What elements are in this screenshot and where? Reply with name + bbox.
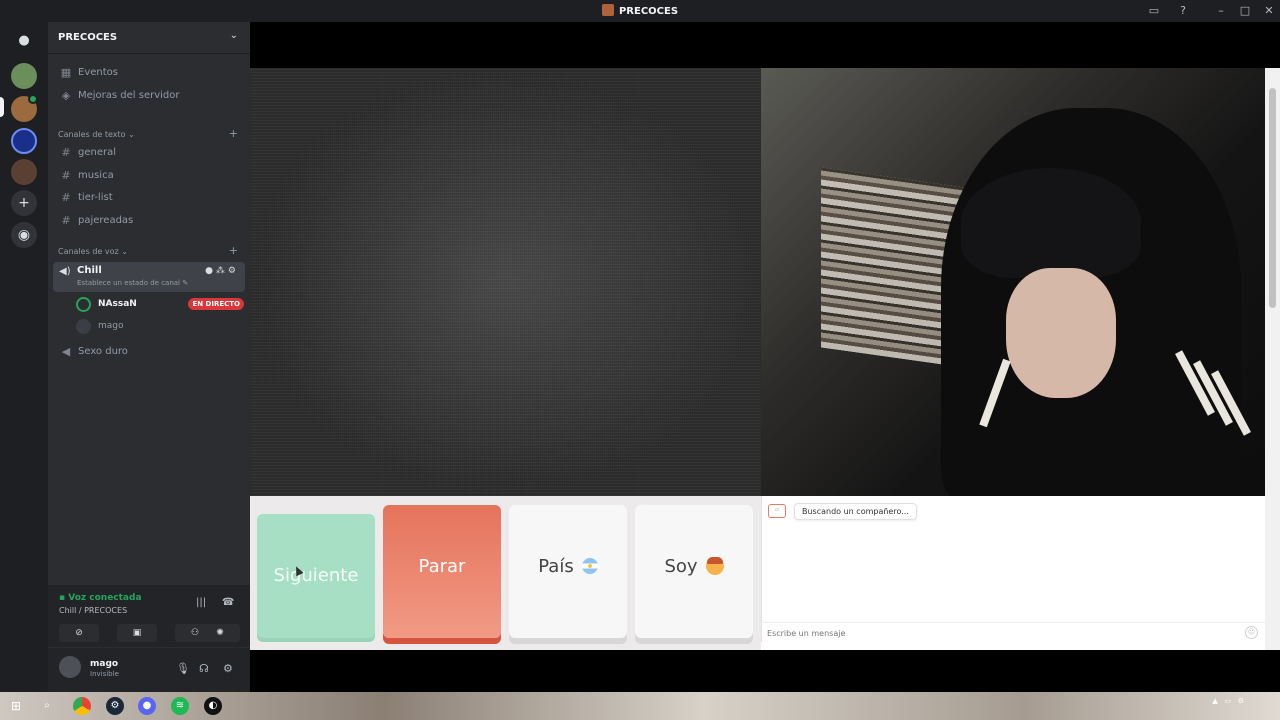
user-status: Invisible	[90, 670, 119, 678]
chat-panel: ▭ Buscando un compañero... ☺	[761, 496, 1266, 642]
shared-screen[interactable]: Siguiente Parar País Soy ▭ Buscando un c…	[250, 68, 1280, 650]
close-button[interactable]: ✕	[1261, 3, 1277, 19]
stranger-video	[250, 68, 761, 496]
server-avatar-3[interactable]	[11, 128, 37, 154]
discover-icon[interactable]: ◉	[11, 222, 37, 248]
minimize-button[interactable]: –	[1213, 3, 1229, 19]
chat-controls: Siguiente Parar País Soy	[250, 496, 761, 650]
hash-icon: #	[61, 191, 71, 204]
noise-suppression-icon[interactable]: |||	[196, 597, 206, 608]
self-video	[761, 68, 1280, 496]
avatar	[76, 319, 91, 334]
server-avatar-4[interactable]	[11, 159, 37, 185]
taskbar: ⊞ ⌕ ⚙ ● ≋ ◐ ▲ ▭ ⚙	[0, 692, 1280, 720]
channel-pajereadas[interactable]: # pajereadas	[56, 211, 242, 231]
speaker-icon: ◀)	[59, 266, 71, 277]
discord-taskbar-icon[interactable]: ●	[138, 697, 156, 715]
live-badge: EN DIRECTO	[188, 298, 244, 310]
notification-badge	[28, 94, 38, 104]
user-name: mago	[90, 659, 119, 669]
avatar	[76, 297, 91, 312]
boy-emoji-icon	[705, 557, 724, 575]
hash-icon: #	[61, 214, 71, 227]
voice-channel-chill[interactable]: ◀) Chill Establece un estado de canal ✎ …	[53, 262, 245, 292]
stop-button[interactable]: Parar	[383, 505, 501, 638]
channel-musica[interactable]: # musica	[56, 166, 242, 186]
gender-button[interactable]: Soy	[635, 505, 753, 638]
help-icon[interactable]: ?	[1175, 3, 1191, 19]
channel-general[interactable]: # general	[56, 143, 242, 163]
discord-home-icon[interactable]: ●	[11, 28, 37, 54]
chrome-icon[interactable]	[73, 697, 91, 715]
nav-item-boosts[interactable]: ◈ Mejoras del servidor	[56, 86, 242, 106]
server-icon	[601, 4, 614, 16]
site-logo-icon: ▭	[768, 504, 786, 518]
search-icon[interactable]: ⌕	[38, 697, 56, 715]
window-title: PRECOCES	[0, 4, 1280, 17]
maximize-button[interactable]: □	[1237, 3, 1253, 19]
spotify-icon[interactable]: ≋	[171, 697, 189, 715]
message-input-bar: ☺	[762, 622, 1266, 642]
channel-sidebar: PRECOCES ⌄ ▦ Eventos ◈ Mejoras del servi…	[48, 22, 250, 692]
microphone-icon[interactable]: 🎙	[176, 662, 190, 675]
message-input[interactable]	[767, 626, 1227, 640]
voice-connection-panel: ▪ Voz conectada Chill / PRECOCES ||| ☎ ⊘…	[48, 585, 250, 647]
speaker-icon: ◀	[61, 345, 71, 358]
argentina-flag-icon	[581, 558, 598, 574]
inbox-icon[interactable]: ▭	[1146, 3, 1162, 19]
title-bar: PRECOCES ▭ ? – □ ✕	[0, 0, 1280, 22]
country-button[interactable]: País	[509, 505, 627, 638]
obs-icon[interactable]: ◐	[204, 697, 222, 715]
scrollbar-thumb[interactable]	[1269, 88, 1276, 308]
chevron-down-icon: ⌄	[229, 30, 238, 41]
cap-image	[961, 168, 1141, 278]
stream-stage: Siguiente Parar País Soy ▭ Buscando un c…	[250, 22, 1280, 692]
selected-indicator	[0, 97, 4, 117]
channel-tier-list[interactable]: # tier-list	[56, 188, 242, 208]
guild-name: PRECOCES	[58, 32, 118, 43]
server-avatar-1[interactable]	[11, 63, 37, 89]
voice-category[interactable]: Canales de voz ⌄	[58, 247, 128, 256]
voice-status: ▪ Voz conectada	[59, 593, 142, 603]
user-panel: mago Invisible 🎙 ☊ ⚙	[48, 648, 250, 692]
share-screen-button[interactable]: ▣	[117, 624, 157, 642]
steam-icon[interactable]: ⚙	[106, 697, 124, 715]
calendar-icon: ▦	[60, 66, 72, 79]
hash-icon: #	[61, 169, 71, 182]
add-voice-channel-icon[interactable]: +	[229, 244, 238, 257]
avatar[interactable]	[59, 656, 81, 678]
guild-header[interactable]: PRECOCES ⌄	[48, 22, 250, 54]
voice-user-nassan[interactable]: NAssaN EN DIRECTO	[76, 296, 244, 314]
soundboard-button[interactable]: ✺	[200, 624, 240, 642]
hash-icon: #	[61, 146, 71, 159]
emoji-icon[interactable]: ☺	[1245, 626, 1258, 639]
channel-status-hint[interactable]: Establece un estado de canal ✎	[77, 279, 188, 287]
next-button[interactable]: Siguiente	[257, 514, 375, 638]
page-scrollbar[interactable]	[1265, 68, 1280, 650]
headphones-icon[interactable]: ☊	[199, 662, 209, 675]
system-tray: ▲ ▭ ⚙	[1212, 697, 1244, 705]
voice-channel-tools[interactable]: ●⁂⚙	[205, 266, 239, 276]
disconnect-icon[interactable]: ☎	[222, 597, 234, 608]
settings-gear-icon[interactable]: ⚙	[223, 662, 233, 675]
add-text-channel-icon[interactable]: +	[229, 127, 238, 140]
camera-off-button[interactable]: ⊘	[59, 624, 99, 642]
voice-user-mago[interactable]: mago	[76, 318, 244, 336]
text-category[interactable]: Canales de texto ⌄	[58, 130, 135, 139]
server-rail: ● + ◉	[0, 22, 48, 692]
status-message: Buscando un compañero...	[794, 503, 917, 520]
nav-item-events[interactable]: ▦ Eventos	[56, 63, 242, 83]
voice-location[interactable]: Chill / PRECOCES	[59, 606, 127, 615]
boost-icon: ◈	[61, 89, 71, 102]
face-image	[1006, 268, 1116, 398]
add-server-icon[interactable]: +	[11, 190, 37, 216]
windows-start-icon[interactable]: ⊞	[7, 697, 25, 715]
voice-channel-other[interactable]: ◀ Sexo duro	[56, 342, 242, 362]
